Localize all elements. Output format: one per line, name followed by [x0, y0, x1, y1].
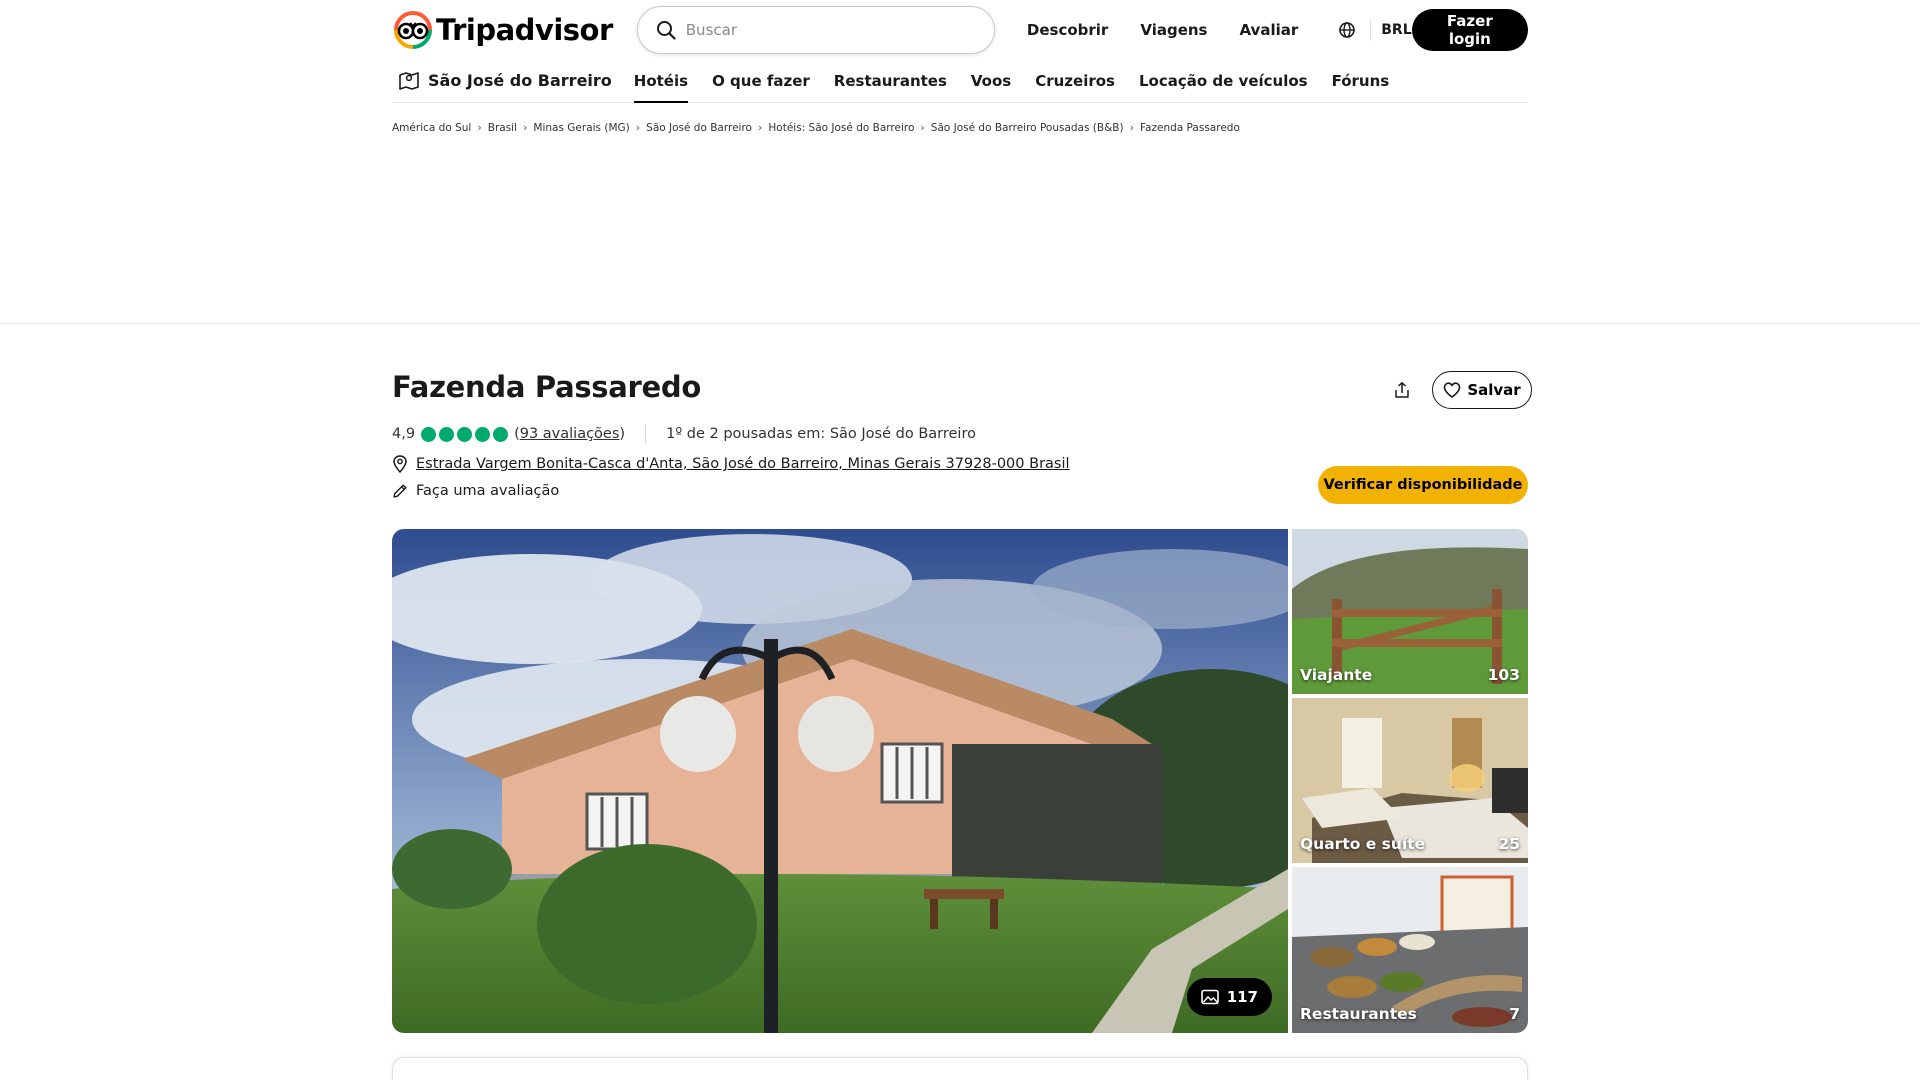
- rating-bubble-icon: [493, 426, 509, 442]
- owl-logo-icon: [393, 10, 433, 50]
- nav-link-descobrir[interactable]: Descobrir: [1027, 21, 1108, 39]
- save-button[interactable]: Salvar: [1432, 371, 1532, 409]
- write-review-label: Faça uma avaliação: [416, 483, 560, 499]
- location-name: São José do Barreiro: [428, 70, 612, 90]
- breadcrumb-item[interactable]: São José do Barreiro: [646, 122, 752, 134]
- check-availability-button[interactable]: Verificar disponibilidade: [1318, 466, 1528, 504]
- breadcrumb-item[interactable]: Hotéis: São José do Barreiro: [768, 122, 914, 134]
- search-box[interactable]: [636, 6, 995, 54]
- tab-hoteis[interactable]: Hotéis: [633, 62, 689, 103]
- chevron-right-icon: ›: [757, 121, 763, 134]
- breadcrumb: América do Sul › Brasil › Minas Gerais (MG…: [392, 121, 1528, 134]
- tab-o-que-fazer[interactable]: O que fazer: [712, 62, 810, 103]
- all-photos-button[interactable]: 117: [1186, 978, 1272, 1016]
- thumb-caption: Viajante: [1300, 666, 1373, 684]
- rating-row: 4,9 (93 avaliações) 1º de 2 pousadas em:…: [392, 425, 1528, 443]
- nav-link-avaliar[interactable]: Avaliar: [1239, 21, 1298, 39]
- chevron-right-icon: ›: [920, 121, 925, 134]
- tab-cruzeiros[interactable]: Cruzeiros: [1035, 62, 1115, 103]
- thumb-count: 103: [1487, 666, 1520, 684]
- map-pin-icon: [399, 72, 419, 90]
- listing-actions: Salvar: [1390, 371, 1532, 409]
- divider: [1370, 19, 1372, 41]
- breadcrumb-item[interactable]: São José do Barreiro Pousadas (B&B): [931, 122, 1124, 134]
- thumb-count: 7: [1509, 1005, 1520, 1023]
- breadcrumb-item[interactable]: Brasil: [488, 122, 517, 134]
- rating-bubbles: [421, 426, 509, 442]
- ad-area-divider: [0, 323, 1920, 324]
- gallery-thumb-quarto[interactable]: Quarto e suíte 25: [1292, 698, 1528, 863]
- pencil-icon: [393, 484, 407, 498]
- main-photo-image: [392, 529, 1288, 1033]
- rating-bubble-icon: [475, 426, 491, 442]
- breadcrumb-item[interactable]: Minas Gerais (MG): [533, 122, 629, 134]
- main-photo[interactable]: 117: [392, 529, 1288, 1033]
- top-links: Descobrir Viagens Avaliar: [1027, 21, 1298, 39]
- photo-gallery: 117 Viajante 103 Quarto e suíte 25 Resta…: [392, 529, 1528, 1033]
- photo-count-value: 117: [1226, 988, 1258, 1006]
- tab-voos[interactable]: Voos: [971, 62, 1011, 103]
- thumb-caption: Quarto e suíte: [1300, 835, 1426, 853]
- thumb-count: 25: [1498, 835, 1520, 853]
- tab-locacao-veiculos[interactable]: Locação de veículos: [1139, 62, 1308, 103]
- address-link[interactable]: Estrada Vargem Bonita-Casca d'Anta, São …: [416, 456, 1070, 472]
- rating-bubble-icon: [439, 426, 455, 442]
- chevron-right-icon: ›: [1129, 121, 1134, 134]
- tripadvisor-logo[interactable]: Tripadvisor: [392, 9, 613, 51]
- details-card: [392, 1057, 1528, 1080]
- chevron-right-icon: ›: [477, 121, 482, 134]
- reviews-link[interactable]: 93 avaliações: [520, 426, 620, 442]
- ranking-text[interactable]: 1º de 2 pousadas em: São José do Barreir…: [666, 426, 976, 442]
- tab-restaurantes[interactable]: Restaurantes: [834, 62, 947, 103]
- globe-icon: [1339, 22, 1356, 38]
- login-button[interactable]: Fazer login: [1411, 9, 1528, 51]
- gallery-thumb-restaurantes[interactable]: Restaurantes 7: [1292, 867, 1528, 1033]
- language-currency-selector[interactable]: BRL: [1338, 19, 1412, 41]
- chevron-right-icon: ›: [523, 121, 528, 134]
- tab-foruns[interactable]: Fóruns: [1332, 62, 1390, 103]
- page-title: Fazenda Passaredo: [392, 370, 701, 404]
- rating-value: 4,9: [392, 426, 416, 442]
- gallery-thumb-viajante[interactable]: Viajante 103: [1292, 529, 1528, 694]
- breadcrumb-item[interactable]: América do Sul: [392, 122, 471, 134]
- thumb-caption: Restaurantes: [1300, 1005, 1417, 1023]
- share-icon: [1395, 382, 1409, 398]
- sub-navigation: São José do Barreiro Hotéis O que fazer …: [392, 62, 1528, 103]
- rating-bubble-icon: [457, 426, 473, 442]
- chevron-right-icon: ›: [635, 121, 641, 134]
- nav-link-viagens[interactable]: Viagens: [1140, 21, 1207, 39]
- rating-bubble-icon: [421, 426, 437, 442]
- divider: [645, 425, 647, 443]
- location-pin-icon: [393, 455, 407, 473]
- currency-label: BRL: [1381, 22, 1412, 38]
- breadcrumb-current: Fazenda Passaredo: [1139, 121, 1240, 134]
- save-label: Salvar: [1467, 381, 1521, 399]
- heart-icon: [1444, 382, 1461, 398]
- search-icon: [656, 21, 676, 40]
- location-link[interactable]: São José do Barreiro: [398, 62, 612, 90]
- search-input[interactable]: [685, 21, 986, 39]
- top-header: Tripadvisor Descobrir Viagens Avaliar BR…: [392, 0, 1528, 60]
- image-icon: [1200, 989, 1219, 1005]
- logo-wordmark: Tripadvisor: [436, 13, 613, 47]
- reviews-paren-close: ): [619, 426, 626, 442]
- share-button[interactable]: [1390, 378, 1414, 402]
